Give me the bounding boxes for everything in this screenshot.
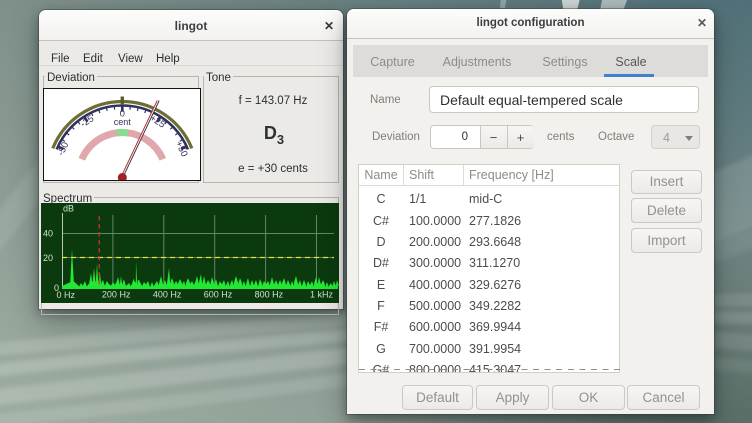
svg-text:600 Hz: 600 Hz	[204, 290, 233, 300]
svg-text:+50: +50	[173, 139, 190, 158]
svg-text:-50: -50	[56, 140, 72, 157]
svg-text:200 Hz: 200 Hz	[102, 290, 131, 300]
svg-text:20: 20	[43, 253, 53, 263]
svg-text:0 Hz: 0 Hz	[57, 290, 76, 300]
svg-text:400 Hz: 400 Hz	[153, 290, 182, 300]
svg-text:40: 40	[43, 229, 53, 239]
svg-text:800 Hz: 800 Hz	[255, 290, 284, 300]
svg-text:1 kHz: 1 kHz	[310, 290, 334, 300]
svg-text:dB: dB	[63, 204, 74, 214]
svg-text:cent: cent	[114, 117, 132, 127]
svg-text:-25: -25	[79, 113, 96, 130]
